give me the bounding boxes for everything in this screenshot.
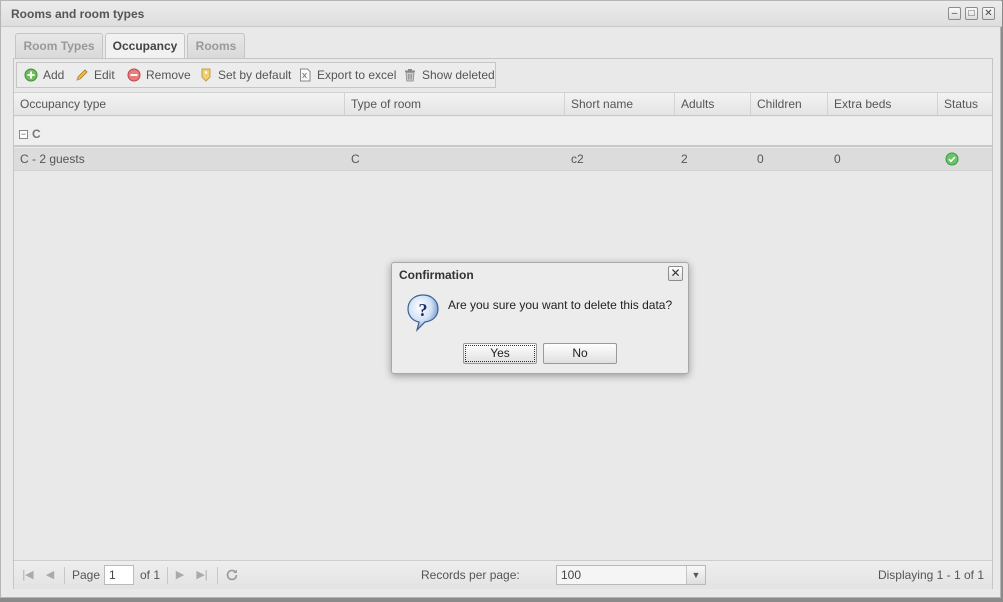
svg-text:?: ? <box>419 300 428 320</box>
column-header-children[interactable]: Children <box>751 93 828 115</box>
maximize-icon[interactable]: □ <box>965 7 978 20</box>
trash-icon <box>405 69 415 82</box>
cell-type-of-room: C <box>351 152 360 166</box>
column-header-occupancy-type[interactable]: Occupancy type <box>14 93 345 115</box>
minimize-icon[interactable]: – <box>948 7 961 20</box>
table-row[interactable]: C - 2 guests C c2 2 0 0 <box>14 148 992 171</box>
group-header[interactable]: − C <box>14 117 992 147</box>
add-label: Add <box>43 68 65 82</box>
dialog-message: Are you sure you want to delete this dat… <box>448 298 673 312</box>
window-titlebar[interactable]: Rooms and room types – □ ✕ <box>1 1 1002 27</box>
refresh-icon[interactable] <box>225 568 239 582</box>
excel-icon <box>300 68 311 82</box>
confirmation-dialog: Confirmation ✕ ? Are you sure you want t… <box>391 262 689 374</box>
column-header-status[interactable]: Status <box>938 93 992 115</box>
toolbar: Add Edit Remove Set by default Export to… <box>16 62 496 88</box>
displaying-status: Displaying 1 - 1 of 1 <box>877 568 984 582</box>
column-header-adults[interactable]: Adults <box>675 93 751 115</box>
pager-separator <box>217 567 218 584</box>
question-icon: ? <box>407 294 439 332</box>
status-check-icon <box>945 152 959 166</box>
edit-label: Edit <box>94 68 115 82</box>
show-deleted-label: Show deleted <box>422 68 495 82</box>
page-number-input[interactable] <box>104 565 134 585</box>
column-header-extra-beds[interactable]: Extra beds <box>828 93 938 115</box>
tab-occupancy[interactable]: Occupancy <box>105 33 185 60</box>
cell-adults: 2 <box>681 152 688 166</box>
records-per-page-value: 100 <box>561 568 582 582</box>
last-page-icon[interactable]: ▶| <box>196 569 208 581</box>
remove-label: Remove <box>146 68 191 82</box>
records-per-page-select[interactable]: 100 ▼ <box>556 565 706 585</box>
add-icon <box>24 68 38 82</box>
tab-room-types[interactable]: Room Types <box>15 33 103 59</box>
column-header-type-of-room[interactable]: Type of room <box>345 93 565 115</box>
tab-rooms[interactable]: Rooms <box>187 33 245 59</box>
remove-icon <box>127 68 141 82</box>
prev-page-icon[interactable]: ◀ <box>44 569 56 581</box>
group-label: C <box>32 127 41 141</box>
records-per-page-label: Records per page: <box>421 568 520 582</box>
tag-icon <box>201 68 211 82</box>
pager-separator <box>64 567 65 584</box>
window-title: Rooms and room types <box>11 7 145 21</box>
first-page-icon[interactable]: |◀ <box>22 569 34 581</box>
cell-short-name: c2 <box>571 152 584 166</box>
cell-extra-beds: 0 <box>834 152 841 166</box>
cell-children: 0 <box>757 152 764 166</box>
chevron-down-icon[interactable]: ▼ <box>686 566 705 584</box>
collapse-icon[interactable]: − <box>19 130 28 139</box>
grid-header: Occupancy type Type of room Short name A… <box>14 92 992 116</box>
column-header-short-name[interactable]: Short name <box>565 93 675 115</box>
close-icon[interactable]: ✕ <box>982 7 995 20</box>
no-button[interactable]: No <box>543 343 617 364</box>
dialog-close-icon[interactable]: ✕ <box>668 266 683 281</box>
page-label: Page <box>72 568 101 582</box>
pencil-icon <box>76 69 88 81</box>
set-default-label: Set by default <box>218 68 292 82</box>
pager-separator <box>167 567 168 584</box>
dialog-title: Confirmation <box>399 268 474 282</box>
pagination-bar: |◀ ◀ Page of 1 ▶ ▶| Records per page: 10… <box>14 560 992 589</box>
next-page-icon[interactable]: ▶ <box>174 569 186 581</box>
page-count-label: of 1 <box>140 568 161 582</box>
export-label: Export to excel <box>317 68 397 82</box>
yes-button[interactable]: Yes <box>463 343 537 364</box>
cell-occupancy-type: C - 2 guests <box>20 152 85 166</box>
